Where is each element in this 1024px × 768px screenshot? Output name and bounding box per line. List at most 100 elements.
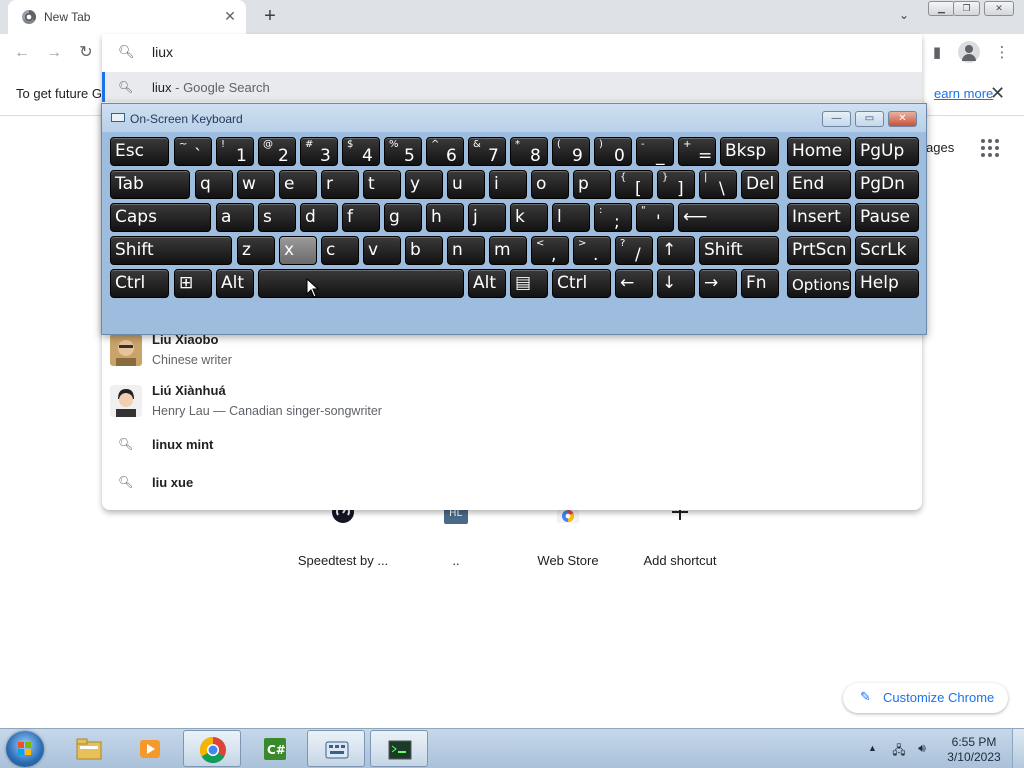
taskbar-explorer[interactable] (60, 730, 118, 767)
osk-key-pause[interactable]: Pause (855, 203, 919, 232)
profile-avatar[interactable] (958, 41, 980, 63)
tab-search-icon[interactable]: ⌄ (896, 8, 912, 24)
clock-time[interactable]: 6:55 PM (946, 735, 1002, 749)
osk-key-h[interactable]: h (426, 203, 464, 232)
start-button[interactable] (6, 731, 44, 767)
osk-key-a[interactable]: a (216, 203, 254, 232)
minimize-button[interactable]: ▁ (928, 1, 955, 16)
osk-key-u[interactable]: u (447, 170, 485, 199)
osk-key-p[interactable]: p (573, 170, 611, 199)
osk-key-i[interactable]: i (489, 170, 527, 199)
taskbar-csharp[interactable]: C# (246, 730, 304, 767)
osk-key-5[interactable]: % 5 (384, 137, 422, 166)
volume-icon[interactable]: 🔊︎ (914, 741, 930, 757)
network-icon[interactable]: 🖧 (891, 741, 907, 757)
osk-key-home[interactable]: Home (787, 137, 851, 166)
apps-grid-icon[interactable] (981, 139, 999, 157)
osk-key-symbol[interactable]: ↓ (657, 269, 695, 298)
omnibox-input[interactable]: 🔍︎ liux (102, 34, 922, 70)
osk-key-symbol[interactable]: → (699, 269, 737, 298)
side-panel-icon[interactable]: ▮ (926, 42, 948, 64)
osk-key-k[interactable]: k (510, 203, 548, 232)
osk-key-4[interactable]: $4 (342, 137, 380, 166)
osk-key-shift[interactable]: Shift (110, 236, 232, 265)
show-hidden-icons-icon[interactable]: ▲ (868, 743, 877, 753)
osk-key-b[interactable]: b (405, 236, 443, 265)
osk-close-button[interactable]: ✕ (888, 111, 917, 127)
osk-key-6[interactable]: ^ 6 (426, 137, 464, 166)
osk-key-=[interactable]: + = (678, 137, 716, 166)
osk-key-bksp[interactable]: Bksp (720, 137, 779, 166)
osk-key-;[interactable]: :; (594, 203, 632, 232)
osk-key-symbol[interactable]: ▤ (510, 269, 548, 298)
osk-key-'[interactable]: " ' (636, 203, 674, 232)
reload-button[interactable]: ↻ (76, 43, 96, 63)
osk-key-space[interactable] (258, 269, 464, 298)
osk-key-symbol[interactable]: ↑ (657, 236, 695, 265)
osk-key-symbol[interactable]: ⟵ (678, 203, 779, 232)
suggestion-row[interactable]: 🔍︎ liu xue (102, 470, 922, 496)
osk-key-8[interactable]: * 8 (510, 137, 548, 166)
osk-key-/[interactable]: ? / (615, 236, 653, 265)
osk-key-tab[interactable]: Tab (110, 170, 190, 199)
osk-key-q[interactable]: q (195, 170, 233, 199)
osk-key-`[interactable]: ~ ` (174, 137, 212, 166)
osk-key-del[interactable]: Del (741, 170, 779, 199)
close-window-button[interactable]: ✕ (984, 1, 1014, 16)
osk-minimize-button[interactable]: — (822, 111, 851, 127)
new-tab-button[interactable]: + (260, 6, 280, 27)
osk-key-x[interactable]: x (279, 236, 317, 265)
taskbar-media-player[interactable] (121, 730, 179, 767)
osk-key-esc[interactable]: Esc (110, 137, 169, 166)
osk-key-3[interactable]: #3 (300, 137, 338, 166)
osk-key-][interactable]: }] (657, 170, 695, 199)
restore-button[interactable]: ❐ (953, 1, 980, 16)
osk-key-insert[interactable]: Insert (787, 203, 851, 232)
osk-key-w[interactable]: w (237, 170, 275, 199)
osk-key-m[interactable]: m (489, 236, 527, 265)
clock-date[interactable]: 3/10/2023 (946, 750, 1002, 764)
osk-key-7[interactable]: & 7 (468, 137, 506, 166)
osk-key-c[interactable]: c (321, 236, 359, 265)
osk-key-pgup[interactable]: PgUp (855, 137, 919, 166)
osk-key-shift[interactable]: Shift (699, 236, 779, 265)
tab-new-tab[interactable]: New Tab ✕ (8, 0, 246, 34)
osk-key-o[interactable]: o (531, 170, 569, 199)
osk-key-caps[interactable]: Caps (110, 203, 211, 232)
back-button[interactable]: ← (12, 43, 32, 63)
osk-key-_[interactable]: - _ (636, 137, 674, 166)
osk-key-symbol[interactable]: ⊞ (174, 269, 212, 298)
osk-title-bar[interactable]: On-Screen Keyboard — ▭ ✕ (102, 104, 926, 132)
osk-key-s[interactable]: s (258, 203, 296, 232)
osk-key-pgdn[interactable]: PgDn (855, 170, 919, 199)
osk-key-alt[interactable]: Alt (468, 269, 506, 298)
suggestion-row[interactable]: 🔍︎ linux mint (102, 432, 922, 458)
osk-key-y[interactable]: y (405, 170, 443, 199)
osk-key-[[interactable]: {[ (615, 170, 653, 199)
learn-more-link[interactable]: earn more (934, 86, 993, 101)
tab-close-icon[interactable]: ✕ (222, 8, 238, 24)
osk-key-alt[interactable]: Alt (216, 269, 254, 298)
taskbar-chrome[interactable] (183, 730, 241, 767)
osk-key-options[interactable]: Options (787, 269, 851, 298)
osk-key-l[interactable]: l (552, 203, 590, 232)
osk-key-ctrl[interactable]: Ctrl (110, 269, 169, 298)
suggestion-row[interactable]: 🔍︎ liux - Google Search (102, 72, 922, 102)
osk-key-help[interactable]: Help (855, 269, 919, 298)
osk-key-f[interactable]: f (342, 203, 380, 232)
osk-key-e[interactable]: e (279, 170, 317, 199)
osk-key-.[interactable]: >. (573, 236, 611, 265)
osk-key-d[interactable]: d (300, 203, 338, 232)
osk-key-fn[interactable]: Fn (741, 269, 779, 298)
info-bar-close-icon[interactable]: ✕ (990, 83, 1005, 104)
osk-key-ctrl[interactable]: Ctrl (552, 269, 611, 298)
osk-key-prtscn[interactable]: PrtScn (787, 236, 851, 265)
osk-key-,[interactable]: <, (531, 236, 569, 265)
images-link[interactable]: ages (926, 140, 954, 155)
osk-key-n[interactable]: n (447, 236, 485, 265)
osk-key-backslash[interactable]: | \ (699, 170, 737, 199)
forward-button[interactable]: → (44, 43, 64, 63)
osk-key-9[interactable]: (9 (552, 137, 590, 166)
suggestion-row[interactable]: Liu Xiaobo Chinese writer (102, 330, 922, 374)
osk-key-z[interactable]: z (237, 236, 275, 265)
